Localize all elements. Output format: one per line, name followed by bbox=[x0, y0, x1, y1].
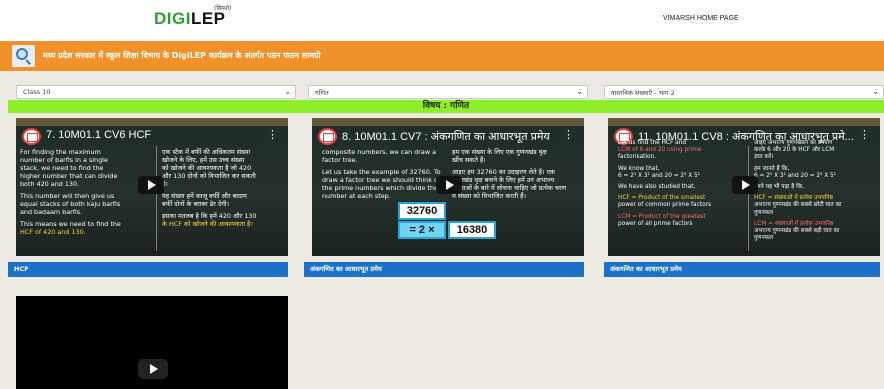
digilep-logo[interactable]: DIGILEP bbox=[154, 9, 226, 29]
video-caption-3[interactable]: अंकगणित का आधारभूत प्रमेय bbox=[604, 262, 880, 277]
video-text-line: both 420 and 130. bbox=[20, 180, 80, 188]
video-text-line: stack, we need to find the bbox=[20, 164, 104, 172]
class-select-value: Class 10 bbox=[23, 88, 51, 96]
vimarsh-home-link[interactable]: VIMARSH HOME PAGE bbox=[663, 15, 739, 22]
play-button[interactable] bbox=[138, 359, 168, 379]
page-banner: मध्य प्रदेश सरकार में स्कूल शिक्षा विभाग… bbox=[0, 41, 884, 71]
factor-equation: = 2 × bbox=[398, 221, 446, 239]
chevron-down-icon: ⌄ bbox=[284, 87, 291, 96]
channel-avatar-icon[interactable] bbox=[318, 128, 337, 145]
video-text-line: We have also studied that, bbox=[618, 184, 696, 191]
video-left-text: Let us find the HCF and LCM of 6 and 20 u… bbox=[618, 140, 746, 228]
video-text-line: draw a factor tree we should think of bbox=[322, 176, 441, 184]
chevron-down-icon: ⌄ bbox=[872, 87, 879, 96]
video-caption-1[interactable]: HCF bbox=[8, 262, 288, 277]
video-text-line: We know that, bbox=[618, 165, 660, 172]
video-text-line: और 130 दोनों को विभाजित कर सकती bbox=[162, 172, 256, 180]
search-icon bbox=[12, 45, 35, 67]
play-button[interactable] bbox=[138, 176, 164, 194]
channel-avatar-icon[interactable] bbox=[22, 128, 41, 145]
video-right-text: आइए अभाज्य गुणनखंडन का उपयोग करके 6 और 20… bbox=[754, 140, 878, 242]
video-card-1[interactable]: 7. 10M01.1 CV6 HCF ⋮ For finding the max… bbox=[16, 118, 288, 256]
video-text-line: HCF of 420 and 130. bbox=[20, 228, 86, 236]
video-text-line: LCM = Product of the greatest bbox=[618, 213, 706, 220]
logo-superscript: (विमर्श) bbox=[214, 5, 232, 12]
video-right-text: एक स्टैक में बर्फी की अधिकतम संख्या खोजने… bbox=[162, 148, 286, 228]
video-text-line: गुणनफल bbox=[754, 235, 774, 242]
video-text-line: This means we need to find the bbox=[20, 220, 121, 228]
top-header: DIGILEP (विमर्श) VIMARSH HOME PAGE bbox=[0, 0, 884, 41]
video-text-line: number at each step. bbox=[322, 192, 391, 200]
video-title[interactable]: 8. 10M01.1 CV7 : अंकगणित का आधारभूत प्रम… bbox=[342, 129, 550, 144]
video-card-3[interactable]: 11. 10M01.1 CV8 : अंकगणित का आधारभूत प्र… bbox=[608, 118, 880, 256]
video-card-2[interactable]: 8. 10M01.1 CV7 : अंकगणित का आधारभूत प्रम… bbox=[312, 118, 584, 256]
subject-select-value: गणित bbox=[315, 89, 329, 97]
video-text-line: factor tree. bbox=[322, 156, 358, 164]
video-text-line: equal stacks of both kaju barfis bbox=[20, 200, 121, 208]
video-text-line: संख्याओं के बारे में सोचना चाहिए जो प्रत… bbox=[452, 184, 567, 192]
video-text-line: अभाज्य गुणनखंड की सबसे छोटी घात का bbox=[754, 202, 842, 209]
video-text-line: LCM of 6 and 20 using prime bbox=[618, 147, 702, 154]
factor-number: 32760 bbox=[398, 202, 446, 220]
video-text-line: composite numbers, we can draw a bbox=[322, 148, 436, 156]
video-text-line: को खोजने की आवश्यकता है जो 420 bbox=[162, 164, 252, 172]
factor-result: 16380 bbox=[448, 221, 496, 239]
video-text-line: factorisation. bbox=[618, 154, 657, 161]
video-text-line: बर्फी दोनों के बराबर ढेर देगी। bbox=[162, 200, 230, 208]
video-text-line: 6 = 2¹ X 3¹ and 20 = 2² X 5¹ bbox=[754, 172, 837, 179]
video-text-line: power of all prime factors bbox=[618, 220, 693, 227]
chapter-select-value: वास्तविक संख्याएँ - भाग 2 bbox=[611, 89, 675, 97]
video-right-text: हम एक संख्या के लिए एक गुणनखंड वृक्ष खींच… bbox=[452, 148, 580, 200]
video-text-line: हम जानते हैं कि, bbox=[754, 165, 790, 172]
chevron-down-icon: ⌄ bbox=[576, 87, 583, 96]
video-text-line: LCM = संख्याओं में प्रत्येक उभयनिष्ठ bbox=[754, 220, 834, 227]
video-text-line: This number will then give us bbox=[20, 192, 115, 200]
video-left-text: For finding the maximum number of barfis … bbox=[20, 148, 154, 236]
video-text-line: गुणनफल bbox=[754, 209, 774, 216]
video-text-line: के HCF को खोजने की आवश्यकता है। bbox=[162, 220, 253, 228]
video-text-line: हमने यह भी पढ़ा है कि, bbox=[754, 184, 804, 191]
video-card-4[interactable] bbox=[16, 296, 288, 389]
video-left-text: composite numbers, we can draw a factor t… bbox=[322, 148, 450, 200]
video-text-line: the prime numbers which divide the bbox=[322, 184, 439, 192]
video-text-line: अभाज्य गुणनखंड की सबसे बड़ी घात का bbox=[754, 228, 840, 235]
more-options-icon[interactable]: ⋮ bbox=[563, 128, 574, 141]
video-text-line: खोजने के लिए, हमें उस उच्च संख्या bbox=[162, 156, 245, 164]
video-text-line: For finding the maximum bbox=[20, 148, 101, 156]
video-text-line: गुणनखंड वृक्ष बनाने के लिए हमें उन अभाज्… bbox=[452, 176, 555, 184]
play-button[interactable] bbox=[436, 176, 462, 194]
video-text-line: ज्ञात करें। bbox=[754, 154, 774, 161]
chapter-select[interactable]: वास्तविक संख्याएँ - भाग 2 ⌄ bbox=[604, 85, 884, 99]
subject-select[interactable]: गणित ⌄ bbox=[308, 85, 588, 99]
video-text-line: हम एक संख्या के लिए एक गुणनखंड वृक्ष bbox=[452, 148, 547, 156]
video-text-line: power of common prime factors bbox=[618, 202, 712, 209]
video-text-line: Let us take the example of 32760. To bbox=[322, 168, 441, 176]
video-text-line: एक स्टैक में बर्फी की अधिकतम संख्या bbox=[162, 148, 251, 156]
video-text-line: यह संख्या हमें काजू बर्फी और बादाम bbox=[162, 192, 247, 200]
more-options-icon[interactable]: ⋮ bbox=[267, 128, 278, 141]
video-caption-2[interactable]: अंकगणित का आधारभूत प्रमेय bbox=[304, 262, 584, 277]
video-text-line: Let us find the HCF and bbox=[618, 140, 687, 146]
video-text-line: आइए हम 32760 का उदाहरण लेते हैं। एक bbox=[452, 168, 555, 176]
video-text-line: number of barfis in a single bbox=[20, 156, 108, 164]
video-text-line: में संख्या को विभाजित करती हैं। bbox=[452, 192, 526, 200]
video-text-line: higher number that can divide bbox=[20, 172, 118, 180]
video-text-line: है। bbox=[162, 180, 168, 188]
video-text-line: 6 = 2¹ X 3¹ and 20 = 2² X 5¹ bbox=[618, 172, 701, 179]
video-text-line: इसका मतलब है कि हमें 420 और 130 bbox=[162, 212, 257, 220]
video-text-line: खींच सकते हैं। bbox=[452, 156, 486, 164]
subject-heading: विषय : गणित bbox=[8, 100, 884, 113]
video-text-line: HCF = Product of the smallest bbox=[618, 195, 706, 202]
banner-title: मध्य प्रदेश सरकार में स्कूल शिक्षा विभाग… bbox=[43, 51, 321, 60]
video-text-line: and badaam barfis. bbox=[20, 208, 83, 216]
class-select[interactable]: Class 10 ⌄ bbox=[16, 85, 296, 99]
play-button[interactable] bbox=[732, 176, 758, 194]
video-title[interactable]: 7. 10M01.1 CV6 HCF bbox=[46, 129, 151, 141]
